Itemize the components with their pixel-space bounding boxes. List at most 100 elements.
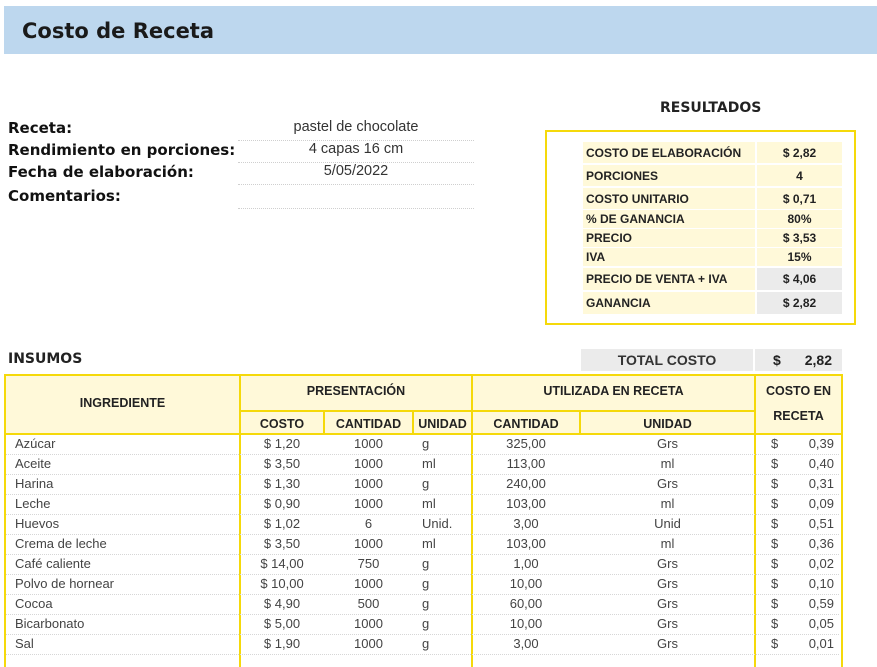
- fecha-label: Fecha de elaboración:: [8, 163, 194, 181]
- cell-cantidad[interactable]: 1000: [325, 494, 412, 514]
- cell-currency: $: [771, 596, 779, 611]
- cell-cantidad-r[interactable]: 10,00: [473, 614, 579, 634]
- result-label: PORCIONES: [583, 165, 755, 186]
- cell-unidad[interactable]: g: [422, 614, 472, 634]
- result-row-costo-elaboracion: COSTO DE ELABORACIÓN $ 2,82: [583, 142, 842, 163]
- cell-costo[interactable]: $ 0,90: [241, 494, 323, 514]
- cell-costo-receta: 0,59: [808, 596, 834, 611]
- cell-costo-receta: 0,31: [808, 476, 834, 491]
- subheader-cantidad-receta: CANTIDAD: [473, 410, 579, 436]
- cell-costo[interactable]: $ 3,50: [241, 534, 323, 554]
- table-row: Polvo de hornear $ 10,00 1000 g 10,00 Grs $0,1…: [6, 574, 839, 595]
- cell-ingrediente[interactable]: Polvo de hornear: [15, 574, 235, 594]
- cell-cantidad[interactable]: 6: [325, 514, 412, 534]
- cell-unidad[interactable]: ml: [422, 454, 472, 474]
- cell-costo-receta: 0,10: [808, 576, 834, 591]
- cell-cantidad[interactable]: 1000: [325, 634, 412, 654]
- cell-currency: $: [771, 476, 779, 491]
- cell-unidad-r[interactable]: ml: [581, 494, 754, 514]
- cell-currency: $: [771, 496, 779, 511]
- cell-unidad-r[interactable]: Grs: [581, 614, 754, 634]
- cell-ingrediente[interactable]: Sal: [15, 634, 235, 654]
- cell-costo-receta: 0,39: [808, 436, 834, 451]
- cell-ingrediente[interactable]: Cocoa: [15, 594, 235, 614]
- cell-unidad[interactable]: ml: [422, 534, 472, 554]
- cell-currency: $: [771, 536, 779, 551]
- cell-ingrediente[interactable]: Aceite: [15, 454, 235, 474]
- total-amount: 2,82: [804, 352, 832, 368]
- cell-ingrediente[interactable]: Huevos: [15, 514, 235, 534]
- cell-cantidad-r[interactable]: 3,00: [473, 634, 579, 654]
- cell-cantidad-r[interactable]: 60,00: [473, 594, 579, 614]
- cell-unidad-r[interactable]: Grs: [581, 594, 754, 614]
- cell-cantidad-r[interactable]: 240,00: [473, 474, 579, 494]
- receta-label: Receta:: [8, 119, 73, 137]
- comentarios-value[interactable]: [238, 187, 474, 209]
- cell-ingrediente[interactable]: Leche: [15, 494, 235, 514]
- header-costo-en: COSTO EN: [765, 384, 832, 398]
- cell-costo[interactable]: $ 5,00: [241, 614, 323, 634]
- header-utilizada: UTILIZADA EN RECETA: [543, 384, 684, 398]
- cell-cantidad-r[interactable]: 113,00: [473, 454, 579, 474]
- cell-unidad-r[interactable]: ml: [581, 534, 754, 554]
- cell-unidad[interactable]: g: [422, 474, 472, 494]
- currency-symbol: $: [773, 352, 781, 368]
- receta-value[interactable]: pastel de chocolate: [238, 119, 474, 141]
- cell-costo[interactable]: $ 14,00: [241, 554, 323, 574]
- cell-cantidad[interactable]: 1000: [325, 614, 412, 634]
- cell-costo[interactable]: $ 4,90: [241, 594, 323, 614]
- cell-ingrediente[interactable]: Bicarbonato: [15, 614, 235, 634]
- cell-unidad[interactable]: g: [422, 594, 472, 614]
- cell-costo[interactable]: $ 3,50: [241, 454, 323, 474]
- cell-cantidad[interactable]: 1000: [325, 454, 412, 474]
- cell-unidad[interactable]: ml: [422, 494, 472, 514]
- cell-unidad-r[interactable]: Grs: [581, 554, 754, 574]
- result-label: PRECIO: [583, 229, 755, 247]
- cell-costo[interactable]: $ 1,30: [241, 474, 323, 494]
- cell-unidad[interactable]: g: [422, 554, 472, 574]
- rendimiento-value[interactable]: 4 capas 16 cm: [238, 141, 474, 163]
- result-row-precio: PRECIO $ 3,53: [583, 229, 842, 247]
- cell-cantidad[interactable]: 500: [325, 594, 412, 614]
- cell-cantidad-r[interactable]: 10,00: [473, 574, 579, 594]
- result-label: COSTO DE ELABORACIÓN: [583, 142, 755, 163]
- cell-ingrediente[interactable]: Harina: [15, 474, 235, 494]
- cell-currency: $: [771, 436, 779, 451]
- cell-cantidad-r[interactable]: 3,00: [473, 514, 579, 534]
- cell-costo[interactable]: $ 1,20: [241, 434, 323, 454]
- cell-ingrediente[interactable]: Café caliente: [15, 554, 235, 574]
- fecha-value[interactable]: 5/05/2022: [238, 163, 474, 185]
- table-row: Aceite $ 3,50 1000 ml 113,00 ml $0,40: [6, 454, 839, 475]
- cell-unidad-r[interactable]: Grs: [581, 474, 754, 494]
- cell-cantidad-r[interactable]: 103,00: [473, 534, 579, 554]
- cell-unidad-r[interactable]: ml: [581, 454, 754, 474]
- cell-cantidad[interactable]: 1000: [325, 534, 412, 554]
- cell-unidad[interactable]: g: [422, 634, 472, 654]
- cell-costo[interactable]: $ 1,90: [241, 634, 323, 654]
- cell-costo[interactable]: $ 10,00: [241, 574, 323, 594]
- cell-cantidad-r[interactable]: 103,00: [473, 494, 579, 514]
- cell-costo[interactable]: $ 1,02: [241, 514, 323, 534]
- cell-cantidad[interactable]: 1000: [325, 574, 412, 594]
- table-row: Leche $ 0,90 1000 ml 103,00 ml $0,09: [6, 494, 839, 515]
- cell-ingrediente[interactable]: Azúcar: [15, 434, 235, 454]
- result-label: PRECIO DE VENTA + IVA: [583, 268, 755, 290]
- result-row-ganancia-pct: % DE GANANCIA 80%: [583, 210, 842, 228]
- cell-unidad[interactable]: g: [422, 574, 472, 594]
- subheader-unidad-receta: UNIDAD: [581, 410, 754, 436]
- col-group-ingrediente: INGREDIENTE: [4, 374, 241, 435]
- cell-unidad[interactable]: Unid.: [422, 514, 472, 534]
- cell-unidad[interactable]: g: [422, 434, 472, 454]
- cell-unidad-r[interactable]: Grs: [581, 574, 754, 594]
- cell-unidad-r[interactable]: Grs: [581, 634, 754, 654]
- result-value: 80%: [757, 210, 842, 228]
- cell-cantidad[interactable]: 750: [325, 554, 412, 574]
- result-label: % DE GANANCIA: [583, 210, 755, 228]
- cell-cantidad-r[interactable]: 325,00: [473, 434, 579, 454]
- cell-cantidad[interactable]: 1000: [325, 434, 412, 454]
- cell-cantidad[interactable]: 1000: [325, 474, 412, 494]
- cell-unidad-r[interactable]: Grs: [581, 434, 754, 454]
- cell-cantidad-r[interactable]: 1,00: [473, 554, 579, 574]
- cell-unidad-r[interactable]: Unid: [581, 514, 754, 534]
- cell-ingrediente[interactable]: Crema de leche: [15, 534, 235, 554]
